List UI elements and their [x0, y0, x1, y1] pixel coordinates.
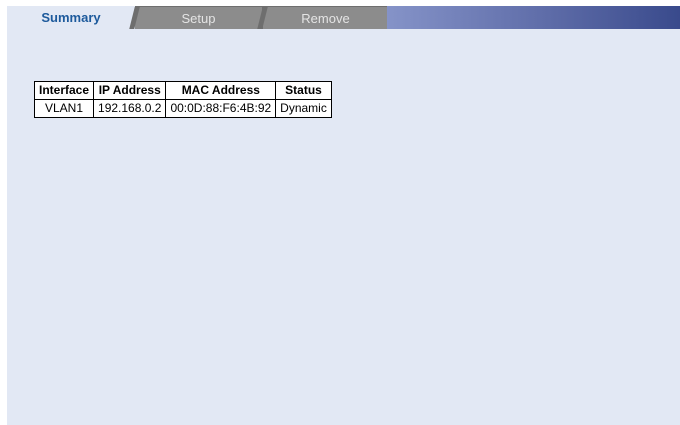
tab-setup[interactable]: Setup	[129, 6, 263, 29]
cell-interface: VLAN1	[33, 99, 95, 118]
cell-mac-address: 00:0D:88:F6:4B:92	[165, 99, 277, 118]
cell-status: Dynamic	[275, 99, 332, 118]
cell-ip-address: 192.168.0.2	[93, 99, 167, 118]
tab-remove[interactable]: Remove	[257, 6, 389, 29]
content-panel: Interface IP Address MAC Address Status …	[7, 29, 680, 425]
tab-summary-label: Summary	[41, 10, 101, 25]
column-header-interface: Interface	[33, 81, 95, 100]
table-row: VLAN1 192.168.0.2 00:0D:88:F6:4B:92 Dyna…	[33, 99, 332, 118]
tab-bar: Summary Setup Remove	[7, 6, 680, 29]
column-header-mac-address: MAC Address	[165, 81, 277, 100]
column-header-ip-address: IP Address	[93, 81, 167, 100]
column-header-status: Status	[275, 81, 332, 100]
header-gradient-bar	[387, 6, 680, 29]
tab-remove-label: Remove	[301, 11, 350, 26]
tab-summary[interactable]: Summary	[7, 6, 135, 29]
page-frame: Summary Setup Remove Interface IP Addres…	[0, 0, 680, 425]
table-header-row: Interface IP Address MAC Address Status	[33, 81, 332, 100]
interface-table: Interface IP Address MAC Address Status …	[33, 81, 332, 118]
tab-setup-label: Setup	[181, 11, 216, 26]
